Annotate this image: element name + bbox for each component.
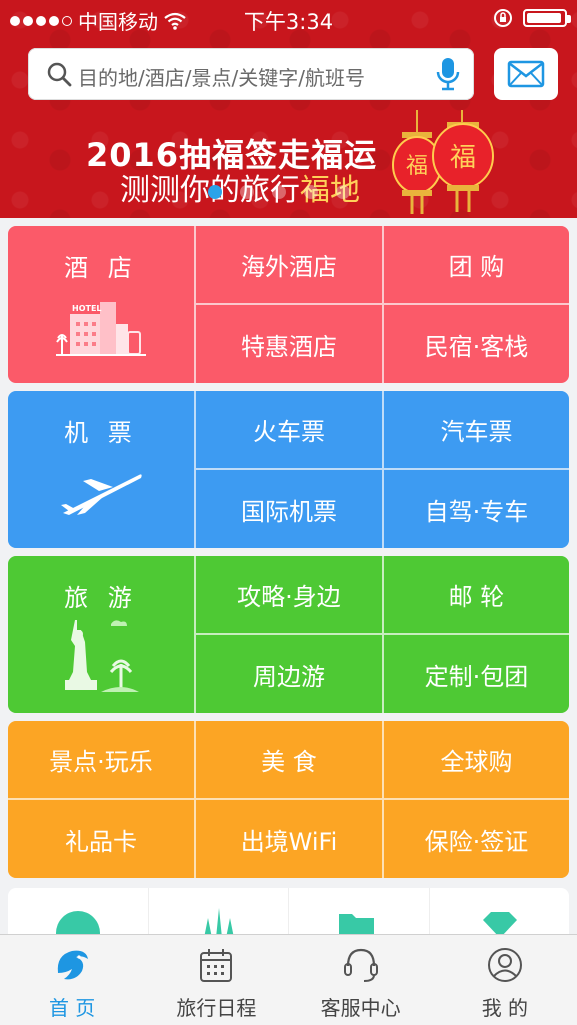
tab-label: 客服中心	[320, 996, 401, 1020]
svg-text:HOTEL: HOTEL	[72, 304, 102, 313]
quick-link-item[interactable]	[430, 888, 570, 938]
flight-section: 机 票 火车票 汽车票 国际机票 自驾·专车	[8, 391, 569, 548]
travel-section: 旅 游 攻略·身边 邮 轮 周边游 定制·包团	[8, 556, 569, 713]
pager-dot[interactable]	[336, 185, 350, 199]
quick-link-item[interactable]	[149, 888, 289, 938]
banner-pager[interactable]	[208, 185, 350, 199]
calendar-icon	[200, 949, 233, 982]
pager-dot[interactable]	[272, 185, 286, 199]
travel-label: 旅 游	[64, 584, 138, 612]
group-buy-button[interactable]: 团 购	[384, 226, 569, 303]
airplane-icon	[61, 474, 142, 515]
flight-button[interactable]: 机 票	[8, 391, 194, 548]
svg-text:福: 福	[406, 154, 428, 179]
special-hotel-button[interactable]: 特惠酒店	[196, 305, 382, 383]
clock: 下午3:34	[243, 10, 334, 34]
dolphin-logo-icon	[57, 950, 89, 980]
pager-dot[interactable]	[304, 185, 318, 199]
rotation-lock-icon	[494, 9, 512, 27]
quick-link-item[interactable]	[8, 888, 149, 938]
hotel-icon: HOTEL	[56, 302, 146, 356]
train-ticket-button[interactable]: 火车票	[196, 391, 382, 468]
quick-links-row	[8, 888, 569, 938]
search-placeholder: 目的地/酒店/景点/关键字/航班号	[78, 66, 365, 90]
tab-home[interactable]: 首 页	[0, 935, 144, 1025]
guide-nearby-button[interactable]: 攻略·身边	[196, 556, 382, 633]
headset-icon	[343, 948, 378, 982]
gift-card-button[interactable]: 礼品卡	[8, 800, 194, 878]
homestay-inn-button[interactable]: 民宿·客栈	[384, 305, 569, 383]
microphone-icon[interactable]	[436, 56, 460, 92]
message-button[interactable]	[494, 48, 558, 100]
flight-label: 机 票	[64, 419, 138, 447]
hotel-label: 酒 店	[64, 254, 138, 282]
header: 中国移动 下午3:34 目的地/酒店/景点/关键字/航班号 2016抽福签走福运…	[0, 0, 577, 218]
custom-group-tour-button[interactable]: 定制·包团	[384, 635, 569, 713]
quick-link-item[interactable]	[289, 888, 430, 938]
promo-banner[interactable]: 2016抽福签走福运 测测你的旅行福地 福 福	[0, 110, 577, 218]
tab-profile[interactable]: 我 的	[433, 935, 577, 1025]
tab-customer-service[interactable]: 客服中心	[289, 935, 433, 1025]
pager-dot[interactable]	[240, 185, 254, 199]
status-bar: 中国移动 下午3:34	[0, 0, 577, 36]
hotel-section: 酒 店 HOTEL 海外酒店 团 购 特惠酒店 民宿·客栈	[8, 226, 569, 383]
global-shopping-button[interactable]: 全球购	[384, 721, 569, 798]
car-rental-button[interactable]: 自驾·专车	[384, 470, 569, 548]
more-services-section: 景点·玩乐 美 食 全球购 礼品卡 出境WiFi 保险·签证	[8, 721, 569, 878]
hotel-button[interactable]: 酒 店 HOTEL	[8, 226, 194, 383]
tab-bar: 首 页 旅行日程 客服中心 我 的	[0, 934, 577, 1025]
lantern-icon: 福 福	[392, 110, 494, 214]
food-button[interactable]: 美 食	[196, 721, 382, 798]
insurance-visa-button[interactable]: 保险·签证	[384, 800, 569, 878]
category-grid: 酒 店 HOTEL 海外酒店 团 购 特惠酒店 民宿·客栈 机 票 火车票 汽车…	[8, 226, 569, 878]
attractions-fun-button[interactable]: 景点·玩乐	[8, 721, 194, 798]
tab-label: 旅行日程	[176, 996, 257, 1020]
tab-label: 首 页	[48, 996, 96, 1020]
bus-ticket-button[interactable]: 汽车票	[384, 391, 569, 468]
outbound-wifi-button[interactable]: 出境WiFi	[196, 800, 382, 878]
tab-label: 我 的	[481, 996, 529, 1020]
search-input[interactable]: 目的地/酒店/景点/关键字/航班号	[28, 48, 474, 100]
cruise-button[interactable]: 邮 轮	[384, 556, 569, 633]
battery-icon	[523, 9, 571, 27]
user-icon	[487, 948, 522, 982]
mail-icon	[507, 60, 545, 88]
nearby-tour-button[interactable]: 周边游	[196, 635, 382, 713]
travel-button[interactable]: 旅 游	[8, 556, 194, 713]
overseas-hotel-button[interactable]: 海外酒店	[196, 226, 382, 303]
search-icon	[47, 62, 72, 87]
pager-dot[interactable]	[208, 185, 222, 199]
svg-text:福: 福	[450, 143, 476, 173]
international-flight-button[interactable]: 国际机票	[196, 470, 382, 548]
tab-itinerary[interactable]: 旅行日程	[144, 935, 288, 1025]
statue-of-liberty-icon	[65, 620, 139, 692]
